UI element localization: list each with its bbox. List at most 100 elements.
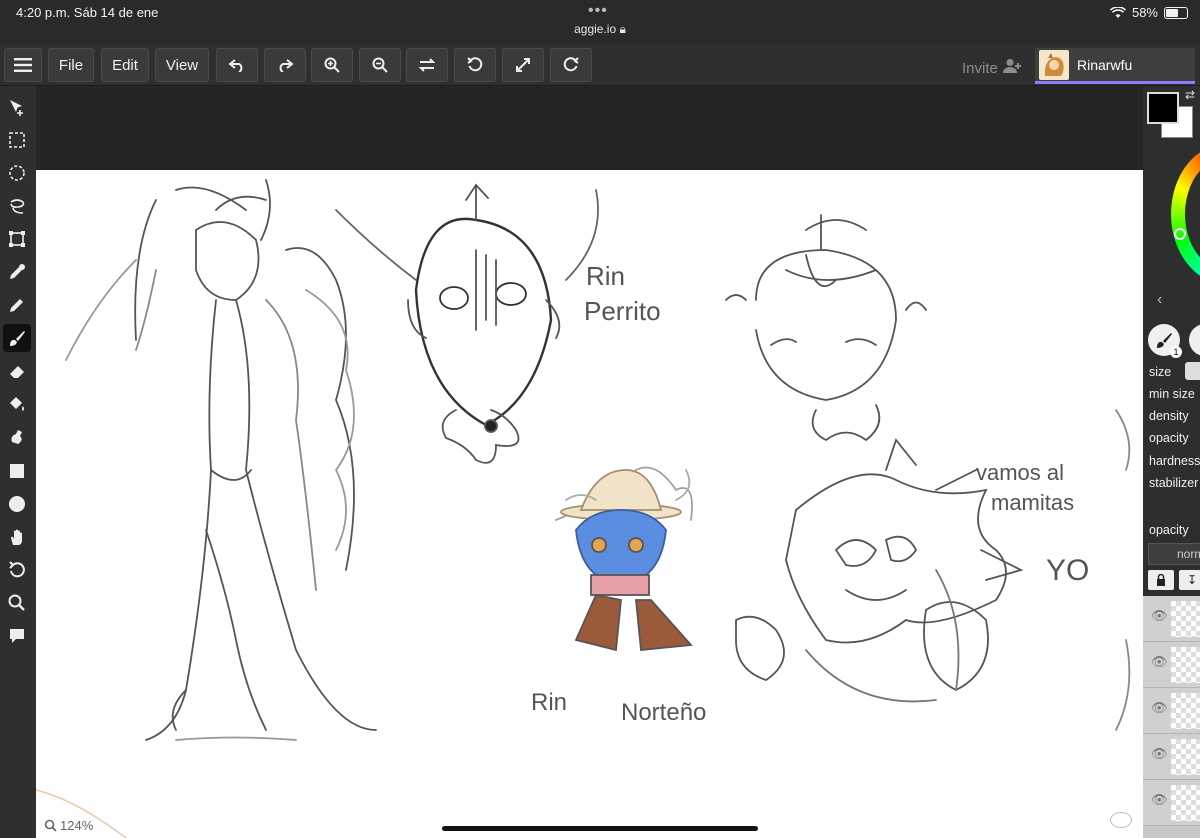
tool-palette (0, 86, 36, 838)
size-slider-icon[interactable] (1185, 362, 1200, 380)
tool-rect-select[interactable] (6, 129, 28, 151)
file-menu-button[interactable]: File (48, 48, 94, 82)
tool-smudge[interactable] (6, 426, 28, 448)
edit-menu-button[interactable]: Edit (101, 48, 149, 82)
swap-colors-icon[interactable]: ⇄ (1185, 88, 1195, 102)
blend-mode-select[interactable]: normal (1148, 543, 1200, 565)
tool-hand[interactable] (6, 526, 28, 548)
rotate-left-button[interactable] (454, 48, 496, 82)
undo-button[interactable] (216, 48, 258, 82)
zoom-out-button[interactable] (359, 48, 401, 82)
address-url[interactable]: aggie.io 🔒︎ (0, 22, 1200, 37)
text-mamitas: mamitas (991, 490, 1074, 515)
zoom-level: 124% (60, 818, 94, 833)
text-yo: YO (1046, 554, 1089, 587)
move-icon (10, 100, 23, 116)
hand-icon (11, 529, 22, 545)
eraser-icon (10, 366, 24, 378)
status-right: 58% (1109, 5, 1188, 20)
sketch-tall-figure (65, 179, 377, 741)
drawing-canvas[interactable]: Rin Perrito Rin Norteño vamos al mamitas… (36, 170, 1143, 838)
text-norteno: Norteño (621, 699, 706, 726)
lock-icon: 🔒︎ (619, 22, 626, 36)
expand-icon (516, 58, 530, 72)
brush-preset-number: 1 (1170, 346, 1182, 358)
layer-thumbnail (1171, 647, 1200, 683)
ellipse-icon (9, 496, 25, 512)
zoom-icon (8, 594, 25, 611)
sketch-artwork: Rin Perrito Rin Norteño vamos al mamitas… (36, 179, 1131, 838)
rotate-right-button[interactable] (550, 48, 592, 82)
tool-rectangle[interactable] (6, 460, 28, 482)
eye-icon[interactable]: 👁︎ (1151, 746, 1168, 762)
redo-icon (279, 59, 293, 72)
layer-thumbnail (1171, 739, 1200, 775)
stabilizer-label: stabilizer (1149, 476, 1199, 490)
home-indicator[interactable] (442, 826, 758, 831)
opacity-label: opacity (1149, 431, 1189, 445)
density-label: density (1149, 409, 1189, 423)
lock-layer-button[interactable] (1148, 570, 1174, 590)
lock-icon (1157, 574, 1165, 586)
tool-move[interactable] (6, 96, 28, 118)
more-dots-icon[interactable]: ••• (588, 2, 608, 20)
color-wheel[interactable] (1171, 144, 1200, 284)
zoom-in-button[interactable] (311, 48, 353, 82)
flip-button[interactable] (406, 48, 448, 82)
rotate-right-icon (563, 57, 579, 72)
collapse-chevron-icon[interactable]: ‹ (1157, 291, 1162, 309)
tool-pencil[interactable] (6, 294, 28, 316)
rotate-icon (9, 561, 25, 578)
brush-preset-icon (1157, 333, 1172, 348)
tool-comment[interactable] (6, 625, 28, 647)
fullscreen-button[interactable] (502, 48, 544, 82)
redo-button[interactable] (264, 48, 306, 82)
zoom-indicator[interactable]: 124% (44, 818, 93, 833)
lasso-icon (10, 199, 25, 214)
sketch-cowboy (555, 466, 693, 652)
text-vamos: vamos al (976, 460, 1064, 485)
tool-brush[interactable] (3, 324, 31, 352)
layer-row[interactable]: 👁︎ (1143, 596, 1200, 642)
battery-percent: 58% (1131, 5, 1158, 20)
transform-icon (9, 231, 25, 247)
rectangle-icon (10, 464, 24, 478)
tool-rotate[interactable] (6, 559, 28, 581)
eye-icon[interactable]: 👁︎ (1151, 608, 1168, 624)
primary-color-swatch[interactable] (1147, 92, 1179, 124)
comment-icon (10, 629, 24, 643)
zoom-out-icon (372, 57, 388, 73)
status-time: 4:20 p.m. Sáb 14 de ene (16, 5, 159, 20)
user-chip[interactable]: Rinarwfu (1035, 48, 1195, 84)
username: Rinarwfu (1077, 56, 1133, 73)
smudge-icon (11, 430, 22, 444)
brush-preset-2[interactable] (1189, 324, 1200, 356)
text-perrito: Perrito (584, 296, 661, 326)
layer-row[interactable]: 👁︎ (1143, 642, 1200, 688)
eye-icon[interactable]: 👁︎ (1151, 654, 1168, 670)
layer-thumbnail (1171, 693, 1200, 729)
menu-button[interactable] (4, 48, 42, 82)
layer-row[interactable]: 👁︎ (1143, 688, 1200, 734)
layer-row[interactable]: 👁︎ (1143, 734, 1200, 780)
layers-list: 👁︎ 👁︎ 👁︎ 👁︎ 👁︎ (1143, 596, 1200, 838)
rotate-left-icon (467, 57, 483, 72)
eye-icon[interactable]: 👁︎ (1151, 700, 1168, 716)
eye-icon[interactable]: 👁︎ (1151, 792, 1168, 808)
tool-eraser[interactable] (6, 360, 28, 382)
tool-lasso[interactable] (6, 195, 28, 217)
chat-bubble-icon[interactable] (1110, 812, 1132, 828)
tool-transform[interactable] (6, 228, 28, 250)
add-user-icon[interactable] (1003, 58, 1023, 74)
view-menu-button[interactable]: View (155, 48, 209, 82)
tool-ellipse-select[interactable] (6, 162, 28, 184)
layer-row[interactable]: 👁︎ (1143, 780, 1200, 826)
tool-ellipse[interactable] (6, 493, 28, 515)
merge-down-button[interactable]: ↧ (1179, 570, 1200, 590)
tool-zoom[interactable] (6, 592, 28, 614)
brush-preset[interactable]: 1 (1148, 324, 1182, 358)
tool-bucket[interactable] (6, 393, 28, 415)
tool-eyedropper[interactable] (6, 261, 28, 283)
bucket-icon (10, 397, 24, 411)
invite-button[interactable]: Invite (962, 60, 998, 77)
